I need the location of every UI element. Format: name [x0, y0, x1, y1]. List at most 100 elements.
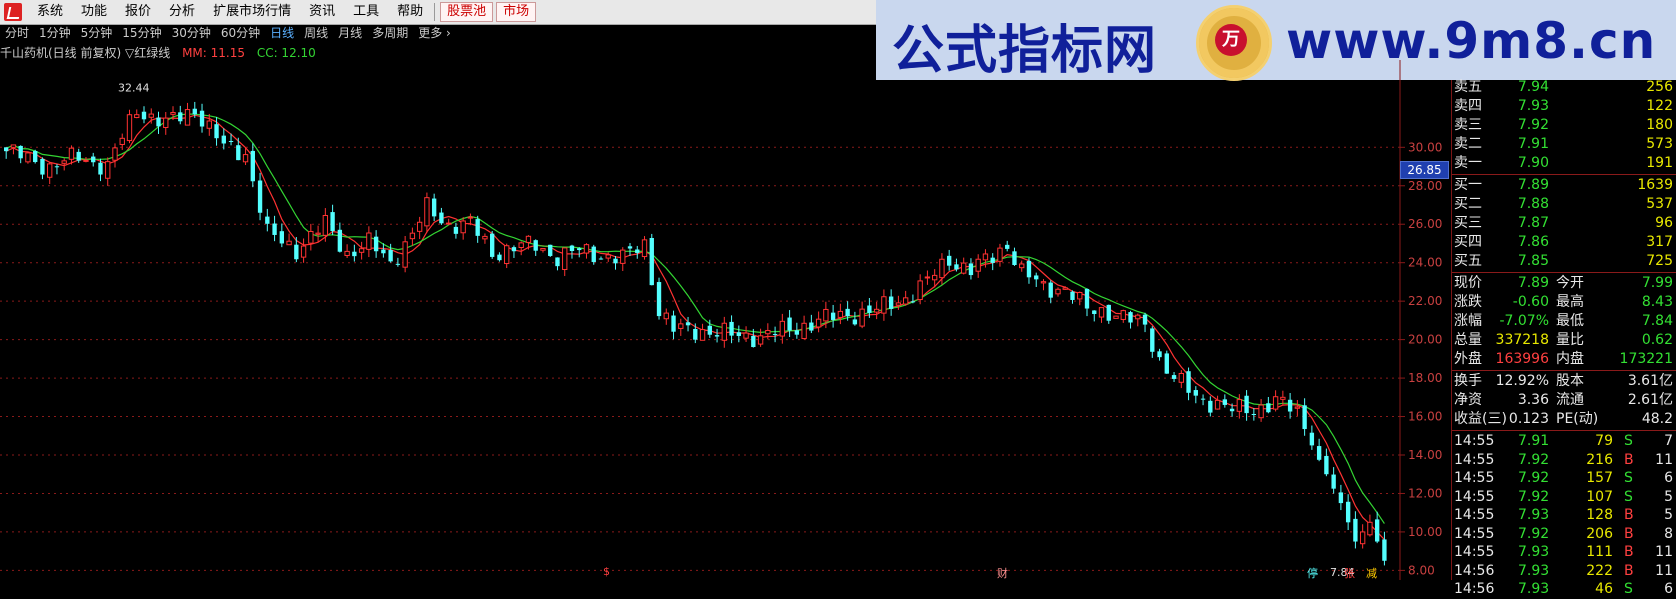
- bid-volume: 317: [1646, 234, 1673, 250]
- menu-item-3[interactable]: 分析: [160, 0, 204, 24]
- period-tab-9[interactable]: 多周期: [367, 24, 413, 42]
- period-tab-8[interactable]: 月线: [333, 24, 367, 42]
- bid-volume: 725: [1646, 253, 1673, 269]
- period-tab-4[interactable]: 30分钟: [167, 24, 216, 42]
- candle: [511, 245, 517, 258]
- kline-chart[interactable]: 30.00 28.00 26.00 24.00 22.00 20.00 18.00 16.00…: [0, 60, 1451, 580]
- candle: [859, 301, 865, 329]
- candle: [1055, 287, 1061, 297]
- menu-item-2[interactable]: 报价: [116, 0, 160, 24]
- stat-label: 净资: [1454, 392, 1482, 408]
- period-tab-6[interactable]: 日线: [265, 24, 299, 42]
- candle: [997, 243, 1003, 267]
- candle: [358, 241, 365, 260]
- candle: [721, 316, 727, 348]
- panel-row: 14:55 7.92 157 S 6: [1452, 469, 1676, 488]
- ask-volume: 256: [1646, 79, 1673, 95]
- panel-row: 14:55 7.92 107 S 5: [1452, 488, 1676, 507]
- period-tab-10[interactable]: 更多 ›: [413, 24, 456, 42]
- stat-value: 163996: [1495, 351, 1549, 367]
- bid-price: 7.88: [1517, 196, 1549, 212]
- tick-count: 6: [1664, 470, 1673, 486]
- tick-time: 14:56: [1454, 562, 1495, 579]
- candle: [1092, 310, 1097, 322]
- tick-price: 7.91: [1518, 433, 1550, 449]
- period-tab-7[interactable]: 周线: [299, 24, 333, 42]
- bottom-marker-2: 停: [1307, 567, 1318, 580]
- period-tab-1[interactable]: 1分钟: [34, 24, 76, 42]
- panel-row: 买一 7.89 1639: [1452, 176, 1676, 195]
- menu-item-7[interactable]: 帮助: [388, 0, 432, 24]
- stat-label: 量比: [1556, 332, 1584, 348]
- tick-volume: 216: [1586, 451, 1613, 468]
- candle: [1214, 395, 1221, 410]
- candle: [330, 204, 335, 236]
- stat-value: 8.43: [1641, 294, 1673, 310]
- panel-row: 净资 3.36 流通 2.61亿: [1452, 391, 1676, 410]
- candle: [837, 303, 844, 325]
- candle: [460, 217, 466, 240]
- menu-market[interactable]: 市场: [496, 2, 537, 22]
- stat-label: 现价: [1454, 275, 1482, 291]
- stat-value: 3.61亿: [1627, 373, 1673, 389]
- candle: [577, 247, 582, 258]
- ask-price: 7.91: [1517, 136, 1549, 152]
- panel-separator: [1452, 174, 1676, 175]
- candle: [352, 244, 357, 262]
- panel-row: 14:56 7.93 222 B 11: [1452, 562, 1676, 581]
- stat-value: 7.89: [1517, 275, 1549, 291]
- tick-volume: 111: [1586, 544, 1613, 560]
- candle: [635, 245, 640, 259]
- candle: [685, 316, 691, 332]
- menu-item-4[interactable]: 扩展市场行情: [204, 0, 300, 24]
- candle: [221, 128, 226, 150]
- menu-item-1[interactable]: 功能: [72, 0, 116, 24]
- candle: [1048, 280, 1053, 304]
- candle: [1251, 408, 1257, 421]
- high-label: 32.44: [118, 82, 150, 95]
- candle: [671, 310, 676, 340]
- candle: [300, 238, 307, 263]
- panel-row: 总量 337218 量比 0.62: [1452, 331, 1676, 350]
- stat-label: 换手: [1454, 373, 1482, 389]
- candle: [409, 227, 416, 246]
- menu-stock-pool[interactable]: 股票池: [440, 2, 494, 22]
- candle: [206, 113, 212, 136]
- candle: [91, 152, 96, 167]
- period-tab-2[interactable]: 5分钟: [76, 24, 118, 42]
- candle: [1316, 438, 1322, 462]
- candle: [315, 225, 321, 242]
- tick-count: 5: [1664, 488, 1673, 505]
- candle: [888, 289, 894, 316]
- period-tab-5[interactable]: 60分钟: [216, 24, 265, 42]
- candle: [627, 243, 633, 256]
- y-tick-label: 24.00: [1408, 256, 1442, 270]
- tick-time: 14:55: [1454, 470, 1495, 486]
- candle: [699, 323, 706, 341]
- candle: [729, 315, 734, 344]
- ask-volume: 122: [1646, 98, 1673, 114]
- tick-volume: 79: [1595, 433, 1613, 449]
- candle: [714, 328, 720, 343]
- tick-time: 14:55: [1454, 451, 1495, 468]
- candle: [10, 144, 17, 155]
- tick-count: 11: [1655, 562, 1673, 579]
- stat-value: 0.123: [1508, 411, 1549, 427]
- candle: [1324, 448, 1329, 477]
- tick-side: B: [1624, 451, 1634, 468]
- menu-item-0[interactable]: 系统: [28, 0, 72, 24]
- period-tab-3[interactable]: 15分钟: [117, 24, 166, 42]
- candle: [533, 239, 538, 256]
- menu-item-5[interactable]: 资讯: [300, 0, 344, 24]
- candle: [373, 230, 379, 258]
- period-tab-0[interactable]: 分时: [0, 24, 34, 42]
- stat-value: -0.60: [1512, 294, 1549, 310]
- y-tick-label: 18.00: [1408, 371, 1442, 385]
- candle: [236, 137, 241, 161]
- menu-item-6[interactable]: 工具: [344, 0, 388, 24]
- candle: [1367, 514, 1373, 537]
- candle: [968, 258, 974, 280]
- tick-price: 7.93: [1518, 581, 1550, 597]
- candle: [1208, 396, 1213, 417]
- candle: [1382, 531, 1387, 566]
